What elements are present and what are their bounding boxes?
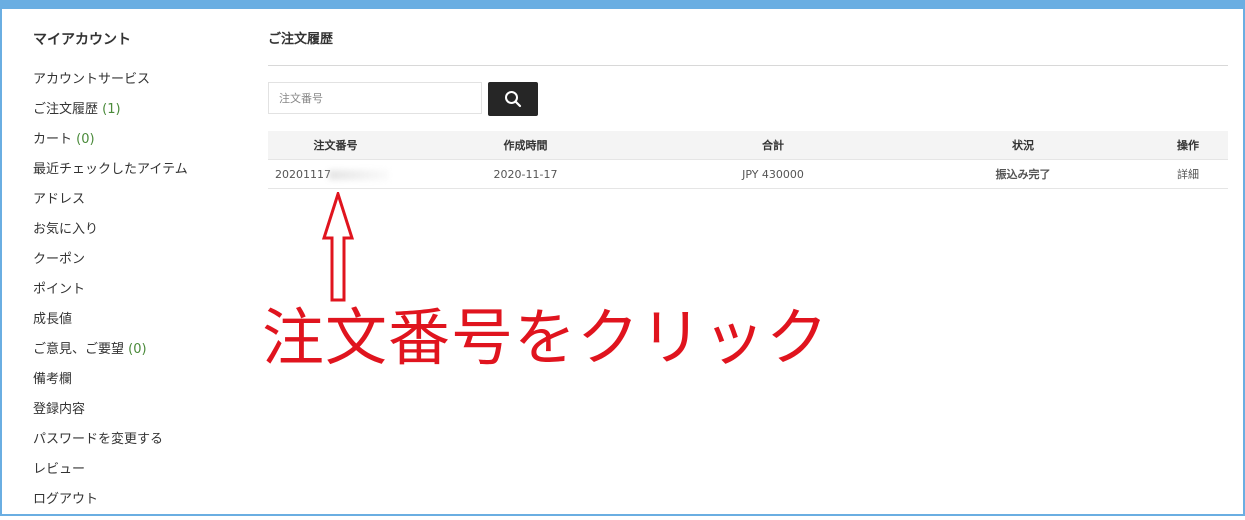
sidebar-item-logout[interactable]: ログアウト (33, 490, 233, 520)
sidebar-item-label: アドレス (33, 192, 86, 207)
up-arrow-annotation (322, 192, 354, 302)
sidebar-item-favorites[interactable]: お気に入り (33, 220, 233, 250)
sidebar-item-registration-info[interactable]: 登録内容 (33, 400, 233, 430)
order-detail-link[interactable]: 詳細 (1148, 159, 1228, 189)
sidebar-item-label: 登録内容 (33, 402, 86, 417)
click-instruction-annotation: 注文番号をクリック (262, 301, 830, 374)
sidebar-item-label: ご注文履歴 (33, 102, 99, 117)
sidebar-item-label: 最近チェックしたアイテム (33, 162, 188, 177)
sidebar-item-label: カート (33, 132, 73, 147)
sidebar-item-recently-viewed[interactable]: 最近チェックしたアイテム (33, 160, 233, 190)
order-total: JPY 430000 (648, 159, 898, 189)
sidebar-item-notes[interactable]: 備考欄 (33, 370, 233, 400)
sidebar-item-order-history[interactable]: ご注文履歴 (1) (33, 100, 233, 130)
sidebar-item-reviews[interactable]: レビュー (33, 460, 233, 490)
sidebar-item-feedback[interactable]: ご意見、ご要望 (0) (33, 340, 233, 370)
table-row: 20201117 2020-11-17 JPY 430000 振込み完了 詳細 (268, 159, 1228, 189)
sidebar-item-growth-value[interactable]: 成長値 (33, 310, 233, 340)
sidebar-item-label: ポイント (33, 282, 86, 297)
search-icon (505, 91, 522, 108)
order-created-date: 2020-11-17 (403, 159, 648, 189)
sidebar-item-coupons[interactable]: クーポン (33, 250, 233, 280)
order-number-link[interactable]: 20201117 (268, 159, 403, 189)
sidebar-item-label: お気に入り (33, 222, 99, 237)
order-number-text: 20201117 (275, 167, 331, 181)
feedback-count: (0) (128, 342, 147, 357)
title-divider (268, 65, 1228, 66)
sidebar-item-label: アカウントサービス (33, 72, 151, 87)
sidebar-item-label: クーポン (33, 252, 86, 267)
order-number-search-input[interactable] (268, 82, 482, 114)
column-header-action: 操作 (1148, 131, 1228, 160)
sidebar-item-label: レビュー (33, 462, 86, 477)
redacted-blur (329, 169, 389, 180)
table-header-row: 注文番号 作成時間 合計 状況 操作 (268, 131, 1228, 160)
column-header-order-number: 注文番号 (268, 131, 403, 160)
sidebar-title: マイアカウント (33, 32, 131, 48)
account-sidebar: マイアカウント アカウントサービス ご注文履歴 (1) カート (0) 最近チェ… (33, 30, 233, 520)
sidebar-item-label: パスワードを変更する (33, 432, 164, 447)
column-header-total: 合計 (648, 131, 898, 160)
sidebar-menu: アカウントサービス ご注文履歴 (1) カート (0) 最近チェックしたアイテム… (33, 70, 233, 520)
sidebar-item-label: 備考欄 (33, 372, 73, 387)
sidebar-item-label: 成長値 (33, 312, 73, 327)
sidebar-item-cart[interactable]: カート (0) (33, 130, 233, 160)
column-header-created: 作成時間 (403, 131, 648, 160)
sidebar-item-label: ログアウト (33, 492, 99, 507)
order-history-panel: ご注文履歴 注文番号 作成時間 合計 状況 操作 20201 (268, 28, 1228, 189)
search-button[interactable] (488, 82, 538, 116)
sidebar-item-change-password[interactable]: パスワードを変更する (33, 430, 233, 460)
order-status: 振込み完了 (898, 159, 1148, 189)
sidebar-item-address[interactable]: アドレス (33, 190, 233, 220)
window-top-bar (0, 0, 1245, 9)
sidebar-item-points[interactable]: ポイント (33, 280, 233, 310)
sidebar-item-label: ご意見、ご要望 (33, 342, 125, 357)
page-title: ご注文履歴 (268, 32, 334, 47)
column-header-status: 状況 (898, 131, 1148, 160)
order-table: 注文番号 作成時間 合計 状況 操作 20201117 2020-11-17 J… (268, 131, 1228, 189)
sidebar-item-account-service[interactable]: アカウントサービス (33, 70, 233, 100)
order-count: (1) (102, 102, 121, 117)
cart-count: (0) (76, 132, 95, 147)
